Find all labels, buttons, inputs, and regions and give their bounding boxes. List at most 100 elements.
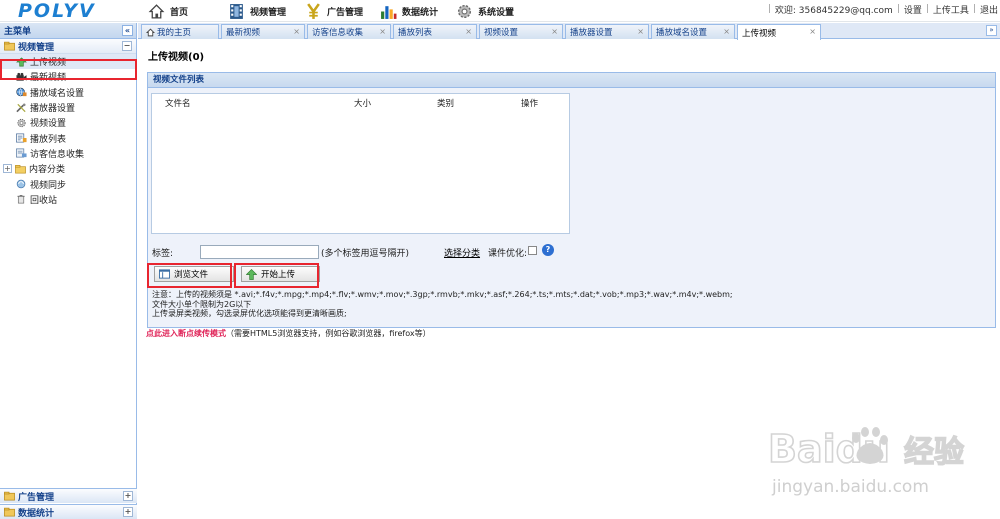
top-bar: POLYV 首页 视频管理 广告管理 数据统计 系统设置 | 欢迎: 35684… <box>0 0 1000 22</box>
note-line: 文件大小单个限制为2G以下 <box>152 299 252 309</box>
tools-icon <box>16 103 26 112</box>
nav-statistics-label: 数据统计 <box>402 7 439 18</box>
sidebar-item-label: 回收站 <box>30 195 58 206</box>
tab-scroll-button[interactable]: » <box>986 25 997 36</box>
globe-icon <box>16 88 27 97</box>
note-line: 注意：上传的视频须是 *.avi;*.f4v;*.mpg;*.mp4;*.flv… <box>152 290 733 299</box>
tab-playlist[interactable]: 播放列表 × <box>393 24 477 39</box>
highlight-box-browse <box>147 263 232 288</box>
nav-settings-label: 系统设置 <box>478 7 515 18</box>
tab-label: 最新视频 <box>226 28 261 38</box>
tab-domain-settings[interactable]: 播放域名设置 × <box>651 24 735 39</box>
yen-icon <box>307 2 320 19</box>
welcome-text: 欢迎: 356845229@qq.com <box>774 5 893 16</box>
nav-ad-management[interactable]: 广告管理 <box>305 0 363 22</box>
sidebar-item-content-category[interactable]: + 内容分类 <box>0 161 136 176</box>
folder-group-icon <box>4 41 15 51</box>
tab-latest-video[interactable]: 最新视频 × <box>221 24 305 39</box>
close-icon[interactable]: × <box>465 27 472 36</box>
trash-icon <box>17 195 25 204</box>
expand-toggle[interactable]: + <box>3 164 12 174</box>
close-icon[interactable]: × <box>723 27 730 36</box>
gear-icon <box>457 4 472 18</box>
column-size: 大小 <box>354 99 372 109</box>
nav-ad-label: 广告管理 <box>327 7 364 18</box>
resume-upload-link[interactable]: 点此进入断点续传模式 <box>146 329 226 338</box>
upload-notes: 注意：上传的视频须是 *.avi;*.f4v;*.mpg;*.mp4;*.flv… <box>152 290 992 319</box>
sidebar-item-video-settings[interactable]: 视频设置 <box>0 115 136 130</box>
upload-tool-link[interactable]: 上传工具 <box>933 3 969 16</box>
column-filename: 文件名 <box>165 99 191 109</box>
bar-chart-icon <box>381 5 397 19</box>
separator: | <box>896 4 900 14</box>
courseware-optimize-checkbox[interactable] <box>528 246 537 255</box>
group-label: 数据统计 <box>18 508 55 519</box>
resume-row: 点此进入断点续传模式（需要HTML5浏览器支持，例如谷歌浏览器，firefox等… <box>146 328 431 339</box>
sidebar-item-label: 播放域名设置 <box>30 88 85 99</box>
group-toggle[interactable]: + <box>123 491 133 501</box>
sidebar: 主菜单 « 视频管理 − 上传视频 最新视频 播放域名设置 播放器设置 视频设置… <box>0 23 137 516</box>
sidebar-group-statistics[interactable]: 数据统计 + <box>0 504 137 519</box>
sidebar-item-label: 播放器设置 <box>30 104 76 115</box>
group-label: 广告管理 <box>18 492 55 503</box>
close-icon[interactable]: × <box>809 27 816 36</box>
tab-upload-video[interactable]: 上传视频 × <box>737 24 821 40</box>
separator: | <box>925 4 929 14</box>
nav-home[interactable]: 首页 <box>148 0 188 22</box>
tab-label: 访客信息收集 <box>312 28 364 38</box>
tab-label: 视频设置 <box>484 28 519 38</box>
sync-icon <box>16 179 26 189</box>
tab-visitor-info[interactable]: 访客信息收集 × <box>307 24 391 39</box>
sidebar-item-recycle-bin[interactable]: 回收站 <box>0 192 136 207</box>
folder-icon <box>15 164 26 174</box>
tab-player-settings[interactable]: 播放器设置 × <box>565 24 649 39</box>
nav-home-label: 首页 <box>170 7 189 18</box>
help-icon[interactable]: ? <box>542 244 554 256</box>
page-title: 上传视频(0) <box>148 52 205 63</box>
nav-system-settings[interactable]: 系统设置 <box>456 0 514 22</box>
tab-my-home[interactable]: 我的主页 <box>141 24 219 39</box>
separator: | <box>767 4 771 14</box>
file-list: 文件名 大小 类别 操作 <box>151 93 570 234</box>
sidebar-group-ad-management[interactable]: 广告管理 + <box>0 488 137 503</box>
sidebar-header: 主菜单 « <box>0 23 136 39</box>
sidebar-item-playlist[interactable]: 播放列表 <box>0 130 136 145</box>
panel-title: 视频文件列表 <box>148 73 995 88</box>
column-actions: 操作 <box>521 99 539 109</box>
sidebar-item-player-settings[interactable]: 播放器设置 <box>0 100 136 115</box>
sidebar-title: 主菜单 <box>4 27 32 37</box>
separator: | <box>972 4 976 14</box>
tab-video-settings[interactable]: 视频设置 × <box>479 24 563 39</box>
logout-link[interactable]: 退出 <box>980 3 998 16</box>
nav-statistics[interactable]: 数据统计 <box>380 0 438 22</box>
tab-label: 上传视频 <box>742 28 777 39</box>
group-video-management[interactable]: 视频管理 − <box>0 39 136 54</box>
folder-group-icon <box>4 491 15 501</box>
close-icon[interactable]: × <box>293 27 300 36</box>
sidebar-item-domain-settings[interactable]: 播放域名设置 <box>0 85 136 100</box>
main-content: 上传视频(0) 视频文件列表 文件名 大小 类别 操作 标签: (多个标签用逗号… <box>138 40 1000 516</box>
tag-input[interactable] <box>200 245 319 259</box>
close-icon[interactable]: × <box>637 27 644 36</box>
sidebar-item-label: 访客信息收集 <box>30 149 85 160</box>
tab-label: 播放列表 <box>398 28 433 38</box>
tab-label: 播放器设置 <box>570 28 613 38</box>
video-file-list-panel: 视频文件列表 文件名 大小 类别 操作 标签: (多个标签用逗号隔开) 选择分类… <box>147 72 996 328</box>
group-toggle[interactable]: − <box>122 41 132 51</box>
logo: POLYV <box>18 0 96 22</box>
sidebar-item-video-sync[interactable]: 视频同步 <box>0 176 136 191</box>
nav-video-management[interactable]: 视频管理 <box>228 0 286 22</box>
close-icon[interactable]: × <box>551 27 558 36</box>
sidebar-item-label: 视频同步 <box>30 180 67 191</box>
settings-link[interactable]: 设置 <box>904 3 922 16</box>
settings-icon <box>17 118 26 127</box>
select-category-link[interactable]: 选择分类 <box>444 246 480 259</box>
playlist-icon <box>16 133 27 143</box>
visitor-icon <box>16 148 27 158</box>
tab-label: 我的主页 <box>157 28 192 38</box>
sidebar-item-visitor-info[interactable]: 访客信息收集 <box>0 146 136 161</box>
tab-label: 播放域名设置 <box>656 28 708 38</box>
sidebar-collapse-button[interactable]: « <box>122 25 133 36</box>
close-icon[interactable]: × <box>379 27 386 36</box>
highlight-box-upload-item <box>0 59 137 80</box>
